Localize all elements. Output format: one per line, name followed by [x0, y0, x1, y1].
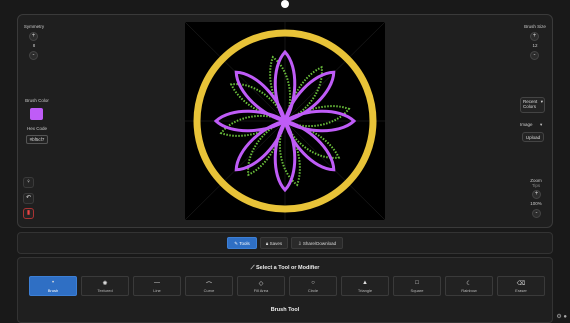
tab-share-download[interactable]: ⇩ Share/Download: [291, 237, 343, 249]
tool-circle[interactable]: ○ Circle: [289, 276, 337, 296]
square-icon: □: [415, 280, 419, 286]
upload-button[interactable]: Upload: [522, 132, 544, 142]
drawing-canvas[interactable]: [184, 21, 386, 221]
fill-area-icon: ◇: [258, 281, 264, 287]
tool-square[interactable]: □ Square: [393, 276, 441, 296]
brush-size-decrease-button[interactable]: -: [530, 51, 539, 60]
curve-icon: ⌒: [205, 283, 212, 289]
zoom-tips-label: Tips: [531, 183, 541, 188]
tab-saves[interactable]: 🔒︎ Saves: [260, 237, 288, 249]
tool-fill-area[interactable]: ◇ Fill Area: [237, 276, 285, 296]
tool-label: Eraser: [515, 288, 527, 293]
tool-label: Textured: [97, 288, 113, 293]
tool-brush[interactable]: • Brush: [29, 276, 77, 296]
zoom-value: 100%: [530, 201, 542, 206]
chevron-down-icon: ▾: [540, 99, 543, 104]
brush-color-swatch[interactable]: [30, 108, 43, 120]
lightbulb-button[interactable]: ♀: [23, 177, 34, 188]
tool-line[interactable]: — Line: [133, 276, 181, 296]
tool-label: Line: [153, 288, 161, 293]
tool-label: Square: [410, 288, 424, 293]
top-indicator-dot: [281, 0, 289, 8]
image-menu-icon[interactable]: ▾: [540, 122, 542, 128]
tool-curve[interactable]: ⌒ Curve: [185, 276, 233, 296]
brush-size-value: 12: [532, 43, 538, 48]
undo-button[interactable]: ↶: [23, 193, 34, 204]
brush-icon: •: [51, 280, 55, 286]
triangle-icon: ▲: [362, 280, 368, 286]
zoom-out-button[interactable]: -: [532, 209, 541, 218]
tool-label: Curve: [203, 288, 215, 293]
tool-label: Fill Area: [253, 288, 269, 293]
tool-panel-title: ⟋ Select a Tool or Modifier: [250, 265, 320, 271]
symmetry-increase-button[interactable]: +: [29, 32, 38, 41]
info-icon[interactable]: ●: [563, 314, 567, 320]
hex-code-label: Hex Code: [26, 126, 47, 131]
tab-tools[interactable]: ✎ Tools: [227, 237, 257, 249]
image-label: Image: [520, 122, 533, 127]
clear-canvas-button[interactable]: ▮: [23, 208, 34, 219]
tool-label: Triangle: [357, 288, 373, 293]
brush-size-label: Brush Size: [524, 24, 546, 29]
line-icon: —: [154, 280, 160, 286]
textured-icon: ✺: [102, 281, 108, 287]
tool-label: Rainbow: [461, 288, 477, 293]
hex-code-input[interactable]: #bf5cf7: [26, 135, 48, 144]
symmetry-value: 8: [32, 43, 36, 48]
corner-controls: ⚙ ●: [556, 313, 567, 320]
symmetry-decrease-button[interactable]: -: [29, 51, 38, 60]
recent-colors-dropdown[interactable]: Recent Colors ▾: [520, 97, 545, 113]
brush-size-increase-button[interactable]: +: [530, 32, 539, 41]
rainbow-icon: ☾: [466, 281, 472, 287]
undo-icon: ↶: [25, 195, 32, 201]
zoom-in-button[interactable]: +: [532, 190, 541, 199]
trash-icon: ▮: [26, 210, 31, 216]
lightbulb-icon: ♀: [26, 179, 31, 185]
eraser-icon: ⌫: [516, 281, 526, 287]
tool-label: Circle: [307, 288, 319, 293]
tool-triangle[interactable]: ▲ Triangle: [341, 276, 389, 296]
circle-icon: ○: [311, 280, 315, 286]
symmetry-label: Symmetry: [23, 24, 45, 29]
tool-eraser[interactable]: ⌫ Eraser: [497, 276, 545, 296]
gear-icon[interactable]: ⚙: [556, 314, 561, 320]
brush-color-label: Brush Color: [25, 98, 49, 103]
recent-colors-label: Recent Colors: [523, 99, 538, 109]
tool-textured[interactable]: ✺ Textured: [81, 276, 129, 296]
tool-label: Brush: [47, 288, 59, 293]
mandala-drawing: [184, 21, 386, 221]
tool-rainbow[interactable]: ☾ Rainbow: [445, 276, 493, 296]
current-tool-name: Brush Tool: [270, 307, 300, 313]
